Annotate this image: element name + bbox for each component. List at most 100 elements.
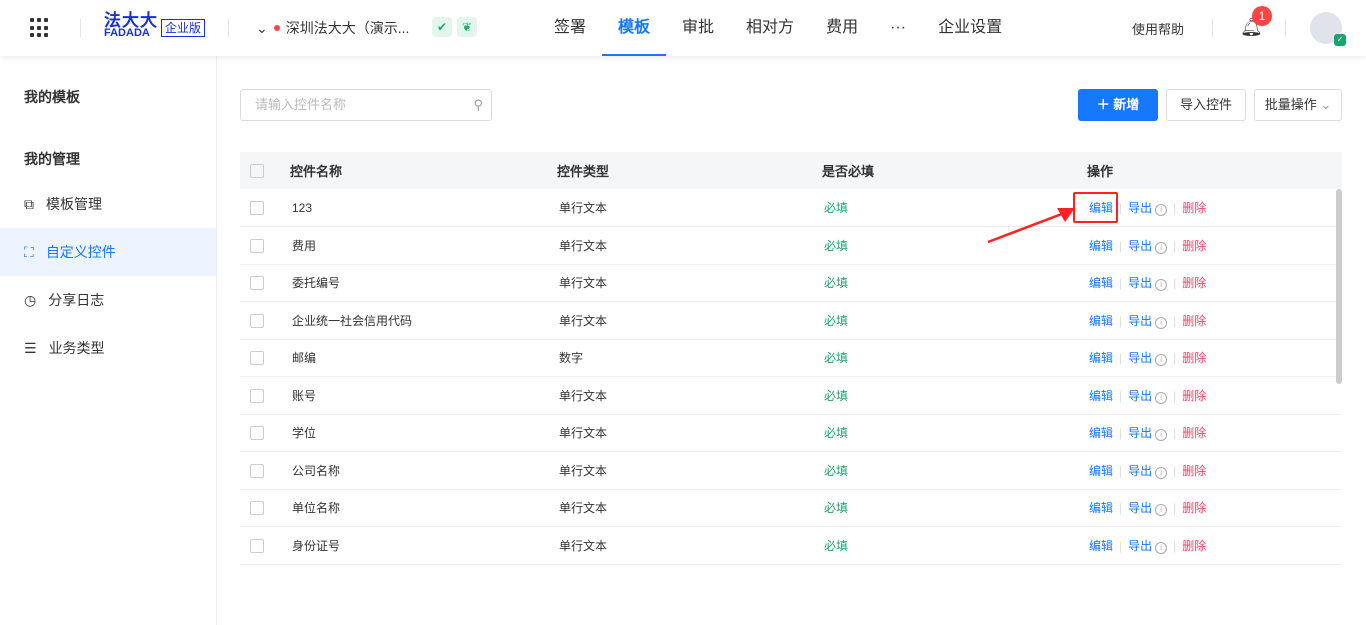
row-checkbox[interactable] (250, 313, 264, 328)
control-name: 费用 (290, 226, 557, 265)
export-link[interactable]: 导出 (1128, 389, 1152, 403)
delete-link[interactable]: 删除 (1182, 201, 1206, 215)
export-link[interactable]: 导出 (1128, 276, 1152, 290)
row-checkbox[interactable] (250, 276, 264, 291)
nav-tab[interactable]: 相对方 (730, 0, 810, 56)
edit-link[interactable]: 编辑 (1089, 539, 1113, 553)
sidebar-item-label: 业务类型 (48, 340, 105, 356)
table-row: 单位名称 单行文本 必填 编辑 | 导出 i | 删除 (240, 489, 1342, 527)
export-link[interactable]: 导出 (1128, 314, 1152, 328)
table-row: 学位 单行文本 必填 编辑 | 导出 i | 删除 (240, 414, 1342, 452)
table-row: 企业统一社会信用代码 单行文本 必填 编辑 | 导出 i | 删除 (240, 301, 1342, 340)
delete-link[interactable]: 删除 (1182, 389, 1206, 403)
search-icon[interactable]: ⚲ (473, 90, 483, 120)
control-name: 学位 (290, 414, 557, 452)
edit-link[interactable]: 编辑 (1089, 314, 1113, 328)
delete-link[interactable]: 删除 (1182, 276, 1206, 290)
col-actions: 操作 (1087, 152, 1342, 189)
export-link[interactable]: 导出 (1128, 201, 1152, 215)
row-checkbox[interactable] (250, 238, 264, 253)
help-link[interactable]: 使用帮助 (1132, 19, 1184, 38)
info-icon[interactable]: i (1155, 316, 1168, 329)
edit-link[interactable]: 编辑 (1089, 464, 1113, 478)
export-link[interactable]: 导出 (1128, 501, 1152, 515)
export-link[interactable]: 导出 (1128, 239, 1152, 253)
sidebar-icon: ◷ (24, 291, 37, 308)
edit-link[interactable]: 编辑 (1089, 389, 1113, 403)
my-templates-heading[interactable]: 我的模板 (24, 87, 80, 107)
control-type: 单行文本 (557, 264, 822, 302)
sidebar-item-label: 分享日志 (48, 292, 105, 308)
export-link[interactable]: 导出 (1128, 426, 1152, 440)
info-icon[interactable]: i (1155, 429, 1168, 442)
edit-link[interactable]: 编辑 (1089, 276, 1113, 290)
info-icon[interactable]: i (1155, 279, 1168, 292)
row-checkbox[interactable] (250, 351, 264, 366)
divider (228, 19, 229, 37)
table-row: 邮编 数字 必填 编辑 | 导出 i | 删除 (240, 339, 1342, 377)
add-button[interactable]: ＋ 新增 (1078, 89, 1158, 121)
info-icon[interactable]: i (1155, 391, 1168, 404)
row-checkbox[interactable] (250, 463, 264, 478)
edit-link[interactable]: 编辑 (1089, 426, 1113, 440)
delete-link[interactable]: 删除 (1182, 539, 1206, 553)
export-link[interactable]: 导出 (1128, 464, 1152, 478)
export-link[interactable]: 导出 (1128, 539, 1152, 553)
nav-tab[interactable]: 企业设置 (922, 0, 1018, 56)
edit-link[interactable]: 编辑 (1089, 239, 1113, 253)
nav-tab[interactable]: 模板 (602, 0, 667, 56)
divider (1212, 19, 1213, 37)
required-status: 必填 (822, 451, 1087, 490)
control-name: 身份证号 (290, 526, 557, 565)
edit-link[interactable]: 编辑 (1089, 351, 1113, 365)
info-icon[interactable]: i (1155, 466, 1168, 479)
delete-link[interactable]: 删除 (1182, 239, 1206, 253)
delete-link[interactable]: 删除 (1182, 464, 1206, 478)
sidebar-item[interactable]: ◷ 分享日志 (0, 276, 216, 324)
top-bar: 法大大 FADADA 企业版 ⌄ 深圳法大大（演示... ✔ ❦ 签署 模板 审批 相对方… (0, 0, 1366, 56)
info-icon[interactable]: i (1155, 241, 1168, 254)
delete-link[interactable]: 删除 (1182, 314, 1206, 328)
info-icon[interactable]: i (1155, 204, 1168, 216)
scrollbar[interactable] (1336, 189, 1342, 384)
control-type: 单行文本 (557, 526, 822, 565)
row-checkbox[interactable] (250, 200, 264, 215)
nav-tab[interactable]: 签署 (538, 0, 602, 56)
delete-link[interactable]: 删除 (1182, 351, 1206, 365)
nav-tab[interactable]: 审批 (666, 0, 730, 56)
search-input[interactable]: 请输入控件名称 ⚲ (240, 89, 492, 121)
org-switcher[interactable]: ⌄ 深圳法大大（演示... (256, 18, 409, 38)
info-icon[interactable]: i (1155, 354, 1168, 367)
row-checkbox[interactable] (250, 501, 264, 516)
sidebar-item[interactable]: ⧉ 模板管理 (0, 180, 216, 228)
app-grid-icon[interactable] (30, 18, 50, 38)
nav-tab[interactable]: ··· (874, 0, 922, 56)
export-link[interactable]: 导出 (1128, 351, 1152, 365)
org-name: 深圳法大大（演示... (285, 20, 410, 36)
info-icon[interactable]: i (1155, 541, 1168, 554)
shield-icon[interactable]: ✔ (432, 17, 452, 37)
delete-link[interactable]: 删除 (1182, 501, 1206, 515)
delete-link[interactable]: 删除 (1182, 426, 1206, 440)
divider (80, 19, 81, 37)
row-checkbox[interactable] (250, 426, 264, 441)
nav-tab[interactable]: 费用 (810, 0, 874, 56)
sidebar-item[interactable]: ☰ 业务类型 (0, 324, 216, 372)
import-button[interactable]: 导入控件 (1166, 89, 1246, 121)
controls-table: 控件名称 控件类型 是否必填 操作 123 单行文本 必填 编辑 | 导出 i | 删除 … (240, 152, 1342, 565)
avatar[interactable]: ✓ (1310, 12, 1346, 46)
table-row: 公司名称 单行文本 必填 编辑 | 导出 i | 删除 (240, 451, 1342, 490)
sidebar-item[interactable]: ⛶ 自定义控件 (0, 228, 216, 276)
row-checkbox[interactable] (250, 538, 264, 553)
col-required: 是否必填 (822, 152, 1087, 189)
batch-actions-dropdown[interactable]: 批量操作 ⌄ (1254, 89, 1342, 121)
control-type: 单行文本 (557, 489, 822, 527)
info-icon[interactable]: i (1155, 504, 1168, 517)
edit-link[interactable]: 编辑 (1089, 501, 1113, 515)
row-checkbox[interactable] (250, 388, 264, 403)
chevron-down-icon: ⌄ (1320, 97, 1332, 112)
select-all-checkbox[interactable] (250, 164, 264, 179)
logo: 法大大 FADADA (104, 11, 158, 39)
leaf-icon[interactable]: ❦ (457, 17, 477, 37)
required-status: 必填 (822, 414, 1087, 452)
